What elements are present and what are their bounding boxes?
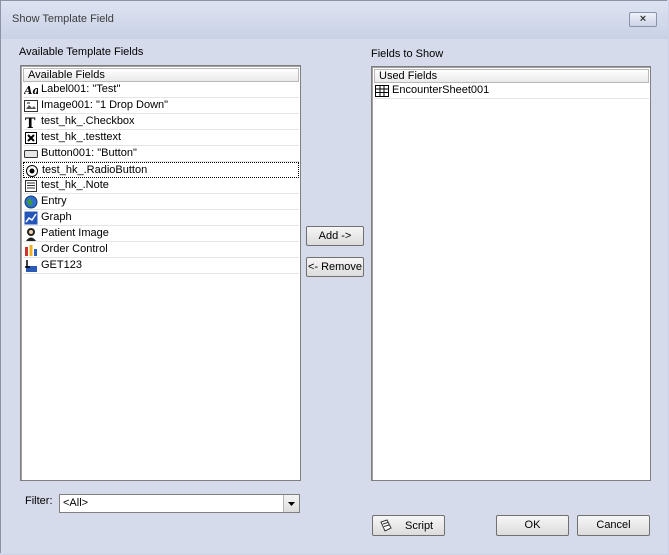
available-fields-column-header[interactable]: Available Fields bbox=[23, 68, 299, 82]
button-icon bbox=[24, 150, 38, 158]
script-label: Script bbox=[405, 520, 434, 532]
chevron-down-icon[interactable] bbox=[283, 495, 299, 512]
used-fields-column-header[interactable]: Used Fields bbox=[374, 69, 649, 83]
note-icon bbox=[25, 180, 37, 192]
graph-icon bbox=[24, 211, 38, 225]
list-item[interactable]: Order Control bbox=[23, 242, 299, 258]
patient-image-icon bbox=[26, 228, 36, 241]
available-fields-group-label: Available Template Fields bbox=[19, 46, 144, 58]
list-item[interactable]: Aa Label001: "Test" bbox=[23, 82, 299, 98]
text-field-icon: T bbox=[25, 116, 36, 129]
svg-text:T: T bbox=[25, 116, 36, 129]
list-item[interactable]: Image001: "1 Drop Down" bbox=[23, 98, 299, 114]
ok-button[interactable]: OK bbox=[496, 515, 569, 536]
get-field-icon bbox=[25, 260, 37, 272]
available-fields-list[interactable]: Available Fields Aa Label001: "Test" Ima… bbox=[20, 65, 301, 481]
list-item[interactable]: test_hk_.RadioButton bbox=[23, 162, 299, 178]
used-fields-list[interactable]: Used Fields EncounterSheet001 bbox=[371, 66, 651, 481]
add-button[interactable]: Add -> bbox=[306, 226, 364, 246]
window-title: Show Template Field bbox=[12, 13, 114, 25]
filter-value: <All> bbox=[63, 497, 89, 509]
list-item[interactable]: Button001: "Button" bbox=[23, 146, 299, 162]
list-item[interactable]: Entry bbox=[23, 194, 299, 210]
image-dropdown-icon bbox=[24, 100, 38, 112]
cancel-button[interactable]: Cancel bbox=[577, 515, 650, 536]
globe-icon bbox=[24, 195, 38, 209]
script-button[interactable]: Script bbox=[372, 515, 445, 536]
list-item[interactable]: T test_hk_.Checkbox bbox=[23, 114, 299, 130]
list-item[interactable]: Patient Image bbox=[23, 226, 299, 242]
close-icon: × bbox=[639, 13, 647, 25]
list-item[interactable]: Graph bbox=[23, 210, 299, 226]
table-grid-icon bbox=[375, 85, 389, 97]
remove-button[interactable]: <- Remove bbox=[306, 257, 364, 277]
order-control-icon bbox=[25, 245, 37, 256]
list-item[interactable]: test_hk_.Note bbox=[23, 178, 299, 194]
title-bar: Show Template Field × bbox=[1, 1, 668, 39]
dialog-body: Available Template Fields Fields to Show… bbox=[1, 39, 668, 554]
label-text-icon: Aa bbox=[24, 84, 38, 97]
checkbox-x-icon bbox=[25, 132, 37, 144]
filter-dropdown[interactable]: <All> bbox=[59, 494, 300, 513]
fields-to-show-group-label: Fields to Show bbox=[371, 48, 444, 60]
list-item[interactable]: test_hk_.testtext bbox=[23, 130, 299, 146]
radio-button-icon bbox=[26, 165, 38, 177]
list-item[interactable]: EncounterSheet001 bbox=[374, 83, 649, 99]
svg-text:Aa: Aa bbox=[24, 84, 38, 97]
script-icon bbox=[380, 519, 392, 532]
close-button[interactable]: × bbox=[629, 12, 657, 27]
list-item[interactable]: GET123 bbox=[23, 258, 299, 274]
filter-label: Filter: bbox=[25, 495, 53, 507]
show-template-field-dialog: Show Template Field × Available Template… bbox=[0, 0, 668, 554]
